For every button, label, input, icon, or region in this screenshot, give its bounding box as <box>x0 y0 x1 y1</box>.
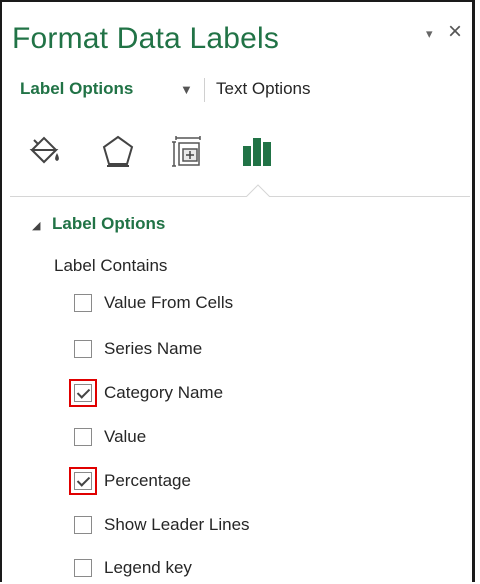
effects-icon[interactable] <box>98 132 138 172</box>
size-properties-icon[interactable] <box>168 132 208 172</box>
tab-label-options[interactable]: Label Options <box>20 78 133 100</box>
option-label: Value From Cells <box>104 293 234 312</box>
option-label: Legend key <box>104 558 192 577</box>
tab-separator <box>204 78 205 102</box>
option-value[interactable]: Value <box>74 424 146 450</box>
fill-line-icon[interactable] <box>24 132 64 172</box>
collapse-triangle-icon[interactable]: ◢ <box>32 219 40 232</box>
close-icon[interactable]: × <box>448 20 462 44</box>
option-label: Category Name <box>104 383 224 402</box>
checkbox-series-name[interactable] <box>74 340 92 358</box>
checkbox-value[interactable] <box>74 428 92 446</box>
label-options-icon[interactable] <box>238 132 278 172</box>
option-label: Value <box>104 427 147 446</box>
option-legend-key[interactable]: Legend key <box>74 555 192 581</box>
pane-options-dropdown-icon[interactable]: ▾ <box>426 24 433 44</box>
option-percentage[interactable]: Percentage <box>69 467 191 495</box>
pane-title: Format Data Labels <box>12 22 280 55</box>
option-label: Show Leader Lines <box>104 515 250 534</box>
section-title-label-options[interactable]: Label Options <box>52 214 165 234</box>
tab-text-options[interactable]: Text Options <box>216 78 311 100</box>
option-category-name[interactable]: Category Name <box>69 379 224 407</box>
label-contains-heading: Label Contains <box>54 256 168 275</box>
checkbox-value-from-cells[interactable] <box>74 294 92 312</box>
checkbox-legend-key[interactable] <box>74 559 92 577</box>
option-label: Percentage <box>104 471 191 490</box>
section-divider <box>10 196 470 197</box>
checkbox-percentage[interactable] <box>69 467 97 495</box>
chevron-down-icon[interactable]: ▼ <box>180 82 193 97</box>
option-label: Series Name <box>104 339 203 358</box>
checkbox-show-leader-lines[interactable] <box>74 516 92 534</box>
option-value-from-cells[interactable]: Value From Cells <box>74 290 233 316</box>
selected-tab-indicator <box>246 184 270 198</box>
option-show-leader-lines[interactable]: Show Leader Lines <box>74 512 250 538</box>
option-series-name[interactable]: Series Name <box>74 336 202 362</box>
checkbox-category-name[interactable] <box>69 379 97 407</box>
format-data-labels-pane: Format Data Labels ▾ × Label Options ▼ T… <box>0 0 475 582</box>
